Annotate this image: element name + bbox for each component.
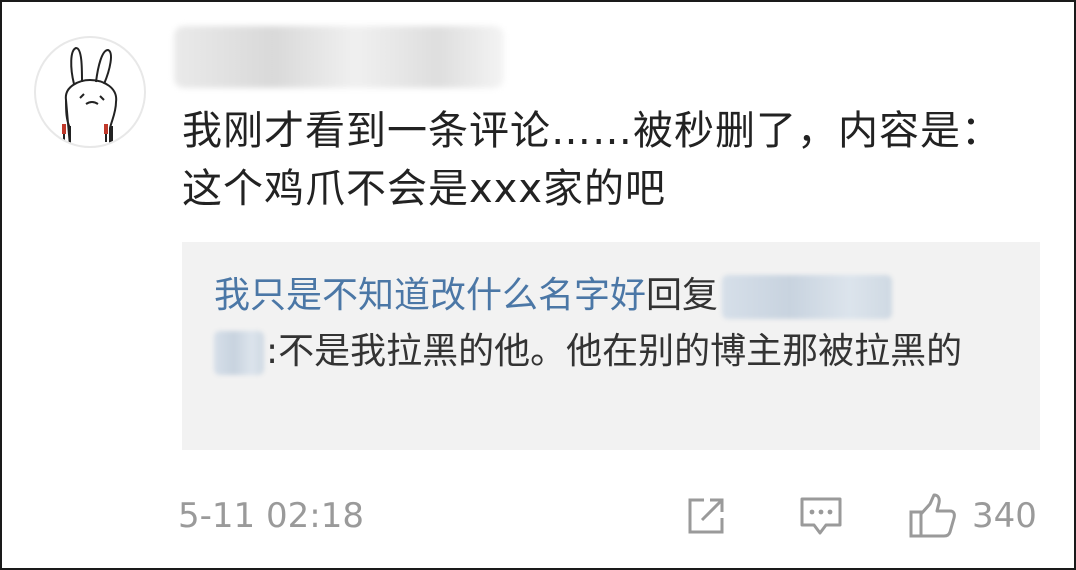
reply-box[interactable]: 我只是不知道改什么名字好回复:不是我拉黑的他。他在别的博主那被拉黑的	[182, 242, 1040, 450]
reply-text: 不是我拉黑的他。他在别的博主那被拉黑的	[278, 331, 963, 372]
bunny-avatar-icon	[62, 46, 118, 146]
thumbs-up-icon	[909, 493, 956, 538]
timestamp: 5-11 02:18	[178, 496, 364, 536]
share-button[interactable]	[684, 492, 728, 540]
username-masked[interactable]	[174, 26, 504, 88]
share-icon	[688, 498, 724, 534]
reply-word: 回复	[646, 275, 719, 316]
reply-author-link[interactable]: 我只是不知道改什么名字好	[214, 275, 646, 316]
like-count: 340	[972, 496, 1037, 536]
reply-content: 我只是不知道改什么名字好回复:不是我拉黑的他。他在别的博主那被拉黑的	[214, 268, 1004, 380]
comment-card: 我刚才看到一条评论……被秒删了，内容是：这个鸡爪不会是xxx家的吧 我只是不知道…	[0, 0, 1076, 570]
reply-colon: :	[266, 331, 279, 372]
like-button[interactable]: 340	[908, 492, 1037, 540]
avatar[interactable]	[34, 36, 146, 148]
comment-icon	[800, 497, 842, 535]
reply-target-masked-part1[interactable]	[722, 275, 893, 319]
comment-text: 我刚才看到一条评论……被秒删了，内容是：这个鸡爪不会是xxx家的吧	[182, 108, 1002, 212]
comment-button[interactable]	[798, 492, 844, 540]
reply-target-masked-part2[interactable]	[214, 331, 264, 375]
